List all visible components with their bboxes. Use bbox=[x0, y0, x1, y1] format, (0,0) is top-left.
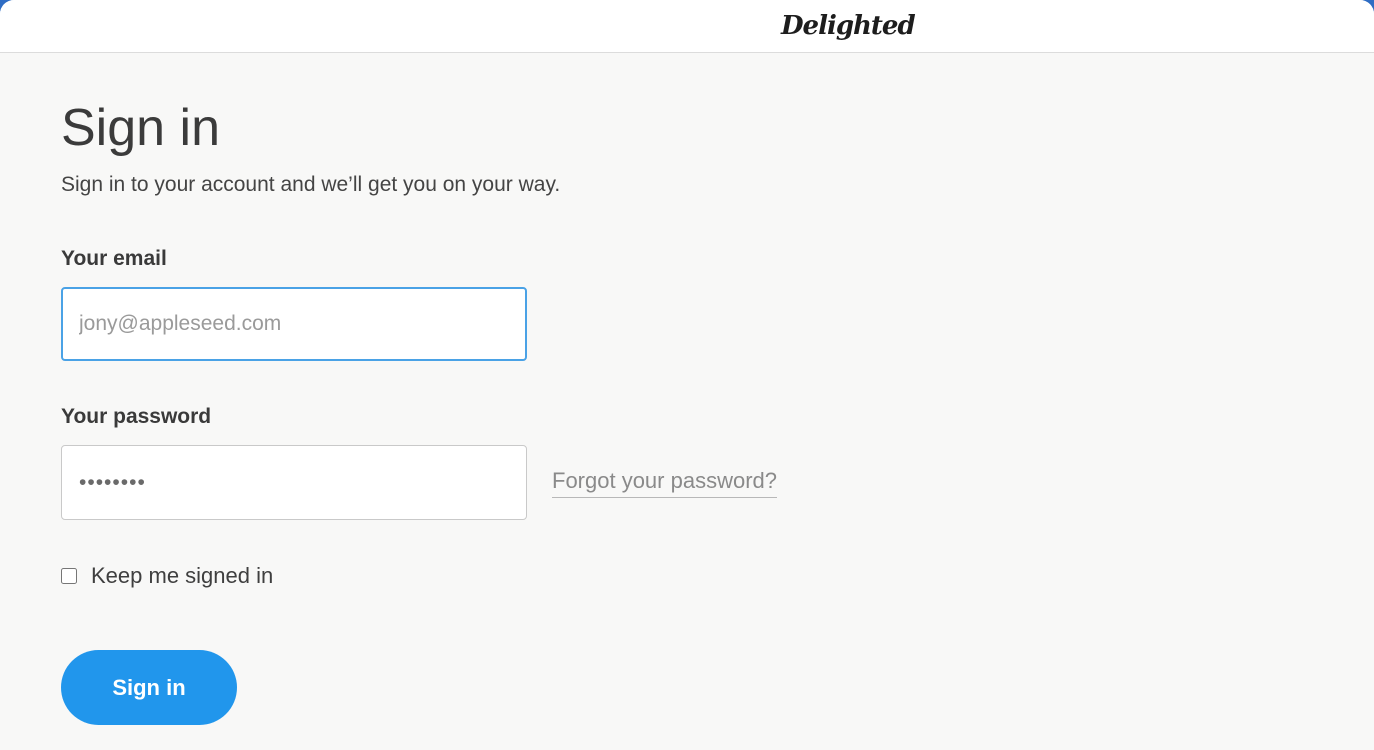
email-input[interactable] bbox=[61, 287, 527, 361]
keep-signed-in-checkbox[interactable] bbox=[61, 568, 77, 584]
sign-in-button[interactable]: Sign in bbox=[61, 650, 237, 725]
forgot-password-link[interactable]: Forgot your password? bbox=[552, 466, 777, 498]
page-subtitle: Sign in to your account and we’ll get yo… bbox=[61, 173, 561, 196]
app-window: Delighted Sign in Sign in to your accoun… bbox=[0, 0, 1374, 750]
password-input[interactable] bbox=[61, 445, 527, 520]
delighted-logo[interactable]: Delighted bbox=[781, 6, 916, 46]
password-label: Your password bbox=[61, 405, 212, 428]
keep-signed-in-row[interactable]: Keep me signed in bbox=[61, 561, 273, 591]
email-label: Your email bbox=[61, 247, 167, 270]
keep-signed-in-label[interactable]: Keep me signed in bbox=[91, 561, 273, 591]
page-title: Sign in bbox=[61, 99, 220, 157]
top-bar: Delighted bbox=[0, 0, 1374, 53]
